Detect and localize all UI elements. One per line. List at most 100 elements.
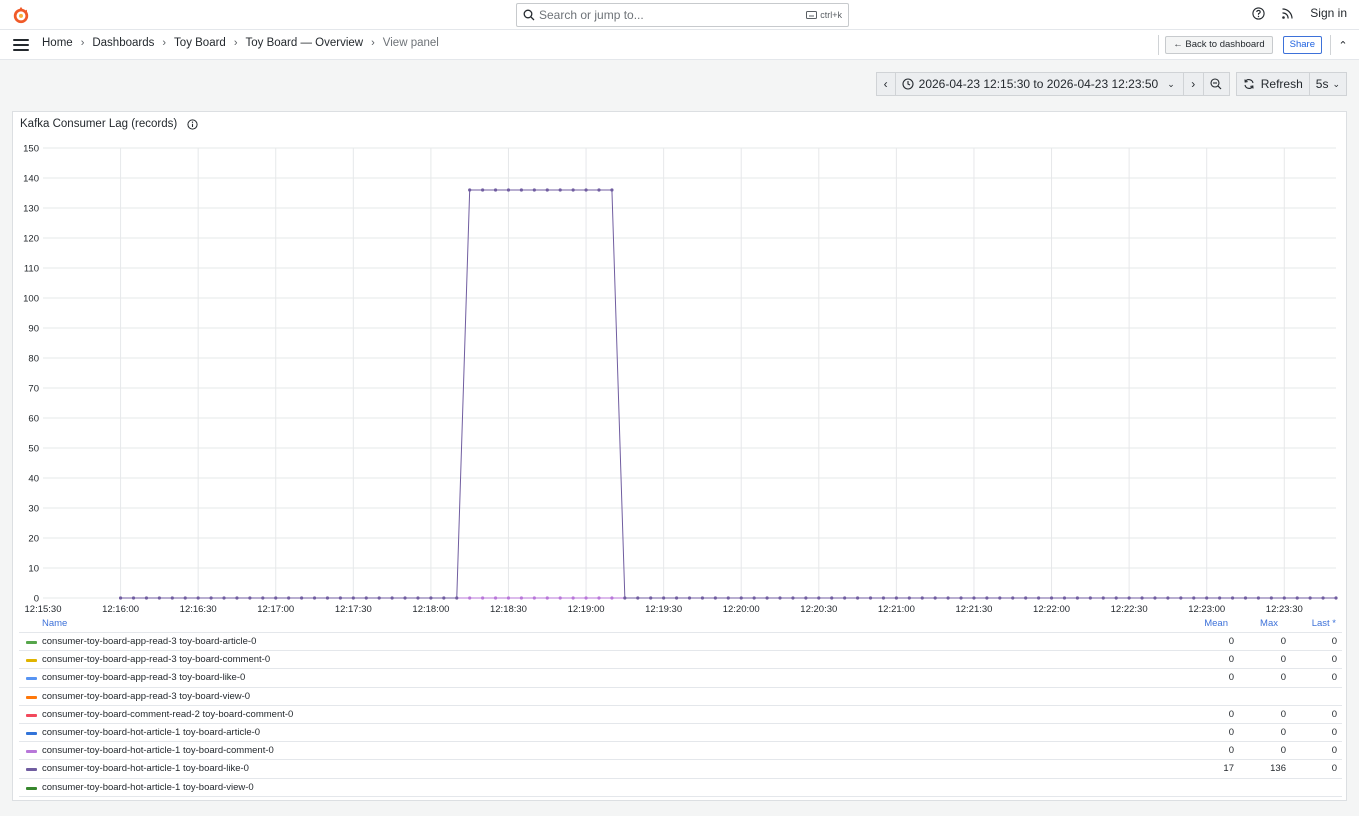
panel: Kafka Consumer Lag (records) 0 10 20 30 40 50… xyxy=(12,111,1347,801)
data-point xyxy=(1153,596,1157,600)
legend-col-max[interactable]: Max xyxy=(1260,618,1278,629)
data-point-zero xyxy=(545,596,549,600)
legend-last-value: 0 xyxy=(1331,708,1337,720)
data-point xyxy=(287,596,291,600)
legend-row[interactable]: consumer-toy-board-app-read-3 toy-board-… xyxy=(19,669,1342,688)
data-point xyxy=(390,596,394,600)
legend-swatch xyxy=(26,786,37,790)
legend-row[interactable]: consumer-toy-board-hot-article-1 toy-boa… xyxy=(19,724,1342,743)
data-point xyxy=(429,596,433,600)
legend-series-name[interactable]: consumer-toy-board-hot-article-1 toy-boa… xyxy=(42,782,254,793)
breadcrumb-folder[interactable]: Toy Board xyxy=(174,37,226,49)
x-tick-label: 12:21:30 xyxy=(955,604,992,612)
chevron-up-icon[interactable]: ⌃ xyxy=(1337,39,1349,52)
time-range-picker[interactable]: 2026-04-23 12:15:30 to 2026-04-23 12:23:… xyxy=(895,72,1184,96)
data-point xyxy=(1114,596,1118,600)
data-point-zero xyxy=(610,596,614,600)
data-point xyxy=(403,596,407,600)
refresh-icon xyxy=(1244,79,1254,89)
x-tick-label: 12:20:00 xyxy=(723,604,760,612)
sign-in-link[interactable]: Sign in xyxy=(1310,6,1347,20)
data-point xyxy=(222,596,226,600)
chevron-down-icon: ⌄ xyxy=(1332,78,1340,89)
legend-series-name[interactable]: consumer-toy-board-hot-article-1 toy-boa… xyxy=(42,763,249,774)
breadcrumb-home[interactable]: Home xyxy=(42,37,73,49)
legend-last-value: 0 xyxy=(1331,654,1337,666)
legend-series-name[interactable]: consumer-toy-board-app-read-3 toy-board-… xyxy=(42,654,270,665)
data-point xyxy=(1011,596,1015,600)
legend-series-name[interactable]: consumer-toy-board-comment-read-2 toy-bo… xyxy=(42,709,293,720)
legend-col-name[interactable]: Name xyxy=(42,618,67,629)
legend-series-name[interactable]: consumer-toy-board-hot-article-1 toy-boa… xyxy=(42,727,260,738)
data-point xyxy=(519,188,524,192)
breadcrumb-dashboards[interactable]: Dashboards xyxy=(92,37,154,49)
data-point xyxy=(1088,596,1092,600)
legend-row[interactable]: consumer-toy-board-hot-article-1 toy-boa… xyxy=(19,779,1342,797)
data-point xyxy=(1205,596,1209,600)
legend-max-value: 0 xyxy=(1280,654,1286,666)
y-tick-label: 110 xyxy=(24,264,39,275)
chevron-right-icon: › xyxy=(1191,77,1196,91)
data-point xyxy=(713,596,717,600)
legend-series-name[interactable]: consumer-toy-board-app-read-3 toy-board-… xyxy=(42,636,256,647)
breadcrumb-dashboard[interactable]: Toy Board — Overview xyxy=(246,37,364,49)
refresh-button[interactable]: Refresh xyxy=(1235,72,1310,96)
data-point xyxy=(1127,596,1131,600)
data-point xyxy=(623,596,627,600)
data-point xyxy=(1101,596,1105,600)
y-tick-label: 130 xyxy=(23,204,39,215)
data-point xyxy=(610,188,614,192)
refresh-interval-picker[interactable]: 5s ⌄ xyxy=(1309,72,1347,96)
data-point xyxy=(674,596,679,600)
data-point xyxy=(636,596,640,600)
breadcrumb-actions: ← Back to dashboard Share ⌃ xyxy=(1152,35,1349,55)
legend-series-name[interactable]: consumer-toy-board-app-read-3 toy-board-… xyxy=(42,691,250,702)
data-point xyxy=(662,596,666,600)
y-tick-label: 140 xyxy=(23,174,39,185)
data-point xyxy=(700,596,705,600)
data-point xyxy=(442,596,446,600)
data-point xyxy=(118,596,123,600)
search-placeholder: Search or jump to... xyxy=(539,8,644,22)
legend-mean-value: 0 xyxy=(1228,745,1234,757)
x-tick-label: 12:23:00 xyxy=(1188,604,1225,612)
legend-row[interactable]: consumer-toy-board-hot-article-1 toy-boa… xyxy=(19,760,1342,779)
data-point xyxy=(739,596,743,600)
share-button[interactable]: Share xyxy=(1282,36,1322,54)
zoom-out-button[interactable] xyxy=(1203,72,1230,96)
legend-row[interactable]: consumer-toy-board-comment-read-2 toy-bo… xyxy=(19,706,1342,724)
time-forward-button[interactable]: › xyxy=(1183,72,1204,96)
x-tick-label: 12:18:30 xyxy=(490,604,527,612)
chevron-left-icon: ‹ xyxy=(883,77,888,91)
back-to-dashboard-button[interactable]: ← Back to dashboard xyxy=(1165,36,1273,54)
search-input[interactable]: Search or jump to... ctrl+k xyxy=(516,3,849,27)
search-icon xyxy=(523,9,535,21)
legend-row[interactable]: consumer-toy-board-hot-article-1 toy-boa… xyxy=(19,742,1342,761)
data-point xyxy=(597,188,601,192)
legend-mean-value: 0 xyxy=(1228,726,1234,738)
legend-series-name[interactable]: consumer-toy-board-app-read-3 toy-board-… xyxy=(42,672,245,683)
data-point xyxy=(855,596,860,600)
time-series-chart[interactable]: 0 10 20 30 40 50 60 70 80 90 100 110 120 130 140 150 12:… xyxy=(13,112,1348,612)
time-back-button[interactable]: ‹ xyxy=(875,72,896,96)
legend-row[interactable]: consumer-toy-board-app-read-3 toy-board-… xyxy=(19,688,1342,706)
legend-series-name[interactable]: consumer-toy-board-hot-article-1 toy-boa… xyxy=(42,745,274,756)
x-tick-label: 12:16:00 xyxy=(102,604,139,612)
legend-col-mean[interactable]: Mean xyxy=(1204,618,1228,629)
refresh-label: Refresh xyxy=(1260,77,1303,91)
legend-row[interactable]: consumer-toy-board-app-read-3 toy-board-… xyxy=(19,633,1342,652)
x-tick-label: 12:22:00 xyxy=(1033,604,1070,612)
data-point-zero xyxy=(558,596,562,600)
grafana-logo-icon[interactable] xyxy=(12,6,30,24)
rss-icon[interactable] xyxy=(1281,7,1294,20)
legend-swatch xyxy=(26,713,37,717)
data-point xyxy=(1256,596,1261,600)
menu-icon[interactable] xyxy=(13,39,29,51)
time-range-label: 2026-04-23 12:15:30 to 2026-04-23 12:23:… xyxy=(918,77,1159,91)
legend-row[interactable]: consumer-toy-board-app-read-3 toy-board-… xyxy=(19,651,1342,670)
help-icon[interactable] xyxy=(1252,6,1265,20)
x-tick-label: 12:18:00 xyxy=(412,604,449,612)
legend-col-last[interactable]: Last * xyxy=(1312,618,1336,629)
data-point xyxy=(325,596,330,600)
legend-header: Name Mean Max Last * xyxy=(19,615,1342,633)
